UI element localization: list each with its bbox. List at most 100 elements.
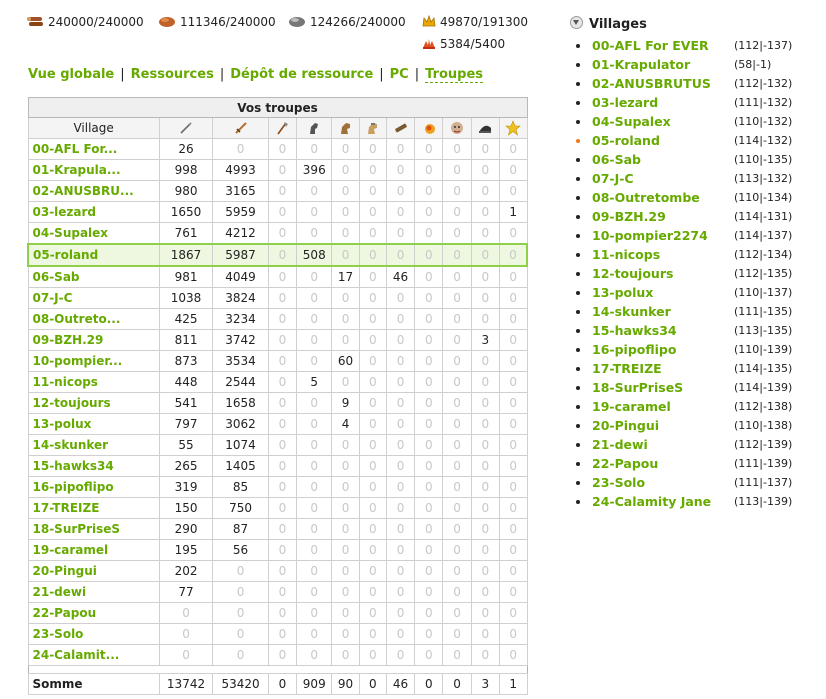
village-link[interactable]: 24-Calamit... (27, 644, 160, 666)
nav-ressources[interactable]: Ressources (131, 67, 214, 82)
table-row: 00-AFL For... 26 0 0 0 0 0 0 0 0 0 0 (27, 138, 528, 160)
village-name-link[interactable]: 22-Papou (592, 454, 658, 473)
village-link[interactable]: 11-nicops (27, 371, 160, 393)
village-list-item[interactable]: 14-skunker (111|-135) (570, 302, 810, 321)
village-list-item[interactable]: 11-nicops (112|-134) (570, 245, 810, 264)
village-link[interactable]: 18-SurPriseS (27, 518, 160, 540)
village-list-item[interactable]: 12-toujours (112|-135) (570, 264, 810, 283)
village-link[interactable]: 16-pipoflipo (27, 476, 160, 498)
village-list-item[interactable]: 07-J-C (113|-132) (570, 169, 810, 188)
village-link[interactable]: 13-polux (27, 413, 160, 435)
table-row: 19-caramel 195 56 0 0 0 0 0 0 0 0 0 (27, 539, 528, 561)
village-name-link[interactable]: 08-Outretombe (592, 188, 700, 207)
village-link[interactable]: 08-Outreto... (27, 308, 160, 330)
village-link[interactable]: 01-Krapula... (27, 159, 160, 181)
troop-count-cell: 3234 (212, 308, 269, 330)
village-link[interactable]: 14-skunker (27, 434, 160, 456)
nav-pc[interactable]: PC (390, 67, 409, 82)
village-name-link[interactable]: 04-Supalex (592, 112, 671, 131)
troop-count-cell: 0 (358, 581, 387, 603)
village-name-link[interactable]: 03-lezard (592, 93, 658, 112)
village-name-link[interactable]: 02-ANUSBRUTUS (592, 74, 711, 93)
troop-count-cell: 0 (470, 392, 500, 414)
village-list-item[interactable]: 00-AFL For EVER (112|-137) (570, 36, 810, 55)
village-link[interactable]: 06-Sab (27, 265, 160, 288)
village-name-link[interactable]: 05-roland (592, 131, 660, 150)
village-link[interactable]: 15-hawks34 (27, 455, 160, 477)
troop-count-cell: 0 (331, 138, 360, 160)
village-list-item[interactable]: 09-BZH.29 (114|-131) (570, 207, 810, 226)
troop-count-cell: 0 (358, 560, 387, 582)
troop-count-cell: 0 (442, 644, 472, 666)
village-list-item[interactable]: 01-Krapulator (58|-1) (570, 55, 810, 74)
village-link[interactable]: 07-J-C (27, 287, 160, 309)
village-list-item[interactable]: 02-ANUSBRUTUS (112|-132) (570, 74, 810, 93)
village-name-link[interactable]: 19-caramel (592, 397, 671, 416)
village-list-item[interactable]: 04-Supalex (110|-132) (570, 112, 810, 131)
village-name-link[interactable]: 07-J-C (592, 169, 634, 188)
village-name-link[interactable]: 15-hawks34 (592, 321, 677, 340)
troop-count-cell: 0 (442, 350, 472, 372)
village-list-item[interactable]: 18-SurPriseS (114|-139) (570, 378, 810, 397)
village-list-item[interactable]: 15-hawks34 (113|-135) (570, 321, 810, 340)
village-list-item[interactable]: 24-Calamity Jane (113|-139) (570, 492, 810, 511)
village-name-link[interactable]: 06-Sab (592, 150, 641, 169)
village-name-link[interactable]: 16-pipoflipo (592, 340, 676, 359)
village-name-link[interactable]: 14-skunker (592, 302, 671, 321)
village-link[interactable]: 19-caramel (27, 539, 160, 561)
village-name-link[interactable]: 13-polux (592, 283, 653, 302)
village-name-link[interactable]: 17-TREIZE (592, 359, 662, 378)
village-link[interactable]: 03-lezard (27, 201, 160, 223)
nav-depot[interactable]: Dépôt de ressource (230, 67, 373, 82)
village-name-link[interactable]: 11-nicops (592, 245, 660, 264)
village-list-item[interactable]: 06-Sab (110|-135) (570, 150, 810, 169)
nav-troupes[interactable]: Troupes (425, 67, 484, 83)
village-name-link[interactable]: 20-Pingui (592, 416, 659, 435)
village-link[interactable]: 17-TREIZE (27, 497, 160, 519)
village-name-link[interactable]: 18-SurPriseS (592, 378, 683, 397)
village-link[interactable]: 21-dewi (27, 581, 160, 603)
table-row: 13-polux 797 3062 0 0 4 0 0 0 0 0 0 (27, 413, 528, 435)
village-name-link[interactable]: 10-pompier2274 (592, 226, 708, 245)
axe-icon (277, 122, 289, 135)
village-list-item[interactable]: 22-Papou (111|-139) (570, 454, 810, 473)
village-name-link[interactable]: 23-Solo (592, 473, 645, 492)
village-list-item[interactable]: 03-lezard (111|-132) (570, 93, 810, 112)
village-name-link[interactable]: 21-dewi (592, 435, 648, 454)
village-link[interactable]: 09-BZH.29 (27, 329, 160, 351)
village-name-link[interactable]: 24-Calamity Jane (592, 492, 711, 511)
village-link[interactable]: 20-Pingui (27, 560, 160, 582)
village-list-item[interactable]: 17-TREIZE (114|-135) (570, 359, 810, 378)
village-name-link[interactable]: 01-Krapulator (592, 55, 690, 74)
villages-title: Villages (589, 17, 647, 32)
village-name-link[interactable]: 12-toujours (592, 264, 673, 283)
village-list-item[interactable]: 20-Pingui (110|-138) (570, 416, 810, 435)
village-list-item[interactable]: 19-caramel (112|-138) (570, 397, 810, 416)
village-list-item[interactable]: 21-dewi (112|-139) (570, 435, 810, 454)
village-link[interactable]: 05-roland (26, 243, 160, 267)
village-link[interactable]: 12-toujours (27, 392, 160, 414)
troop-count-cell: 0 (385, 308, 416, 330)
village-list-item[interactable]: 13-polux (110|-137) (570, 283, 810, 302)
nav-vue-globale[interactable]: Vue globale (28, 67, 114, 82)
collapse-toggle-icon[interactable] (570, 16, 583, 29)
food-resource: 49870/191300 (422, 14, 528, 29)
village-link[interactable]: 10-pompier... (27, 350, 160, 372)
village-link[interactable]: 02-ANUSBRU... (27, 180, 160, 202)
village-list-item[interactable]: 05-roland (114|-132) (570, 131, 810, 150)
village-list-item[interactable]: 10-pompier2274 (114|-137) (570, 226, 810, 245)
troop-count-cell: 0 (331, 581, 360, 603)
village-list-item[interactable]: 23-Solo (111|-137) (570, 473, 810, 492)
troop-count-cell: 0 (296, 497, 333, 519)
village-name-link[interactable]: 00-AFL For EVER (592, 36, 709, 55)
village-link[interactable]: 00-AFL For... (27, 138, 160, 160)
village-name-link[interactable]: 09-BZH.29 (592, 207, 666, 226)
village-list-item[interactable]: 08-Outretombe (110|-134) (570, 188, 810, 207)
village-list-item[interactable]: 16-pipoflipo (110|-139) (570, 340, 810, 359)
table-row: 10-pompier... 873 3534 0 0 60 0 0 0 0 0 0 (27, 350, 528, 372)
village-link[interactable]: 23-Solo (27, 623, 160, 645)
village-link[interactable]: 22-Papou (27, 602, 160, 624)
villages-header[interactable]: Villages (570, 16, 810, 36)
village-link[interactable]: 04-Supalex (27, 222, 160, 245)
troop-count-cell: 0 (331, 434, 360, 456)
